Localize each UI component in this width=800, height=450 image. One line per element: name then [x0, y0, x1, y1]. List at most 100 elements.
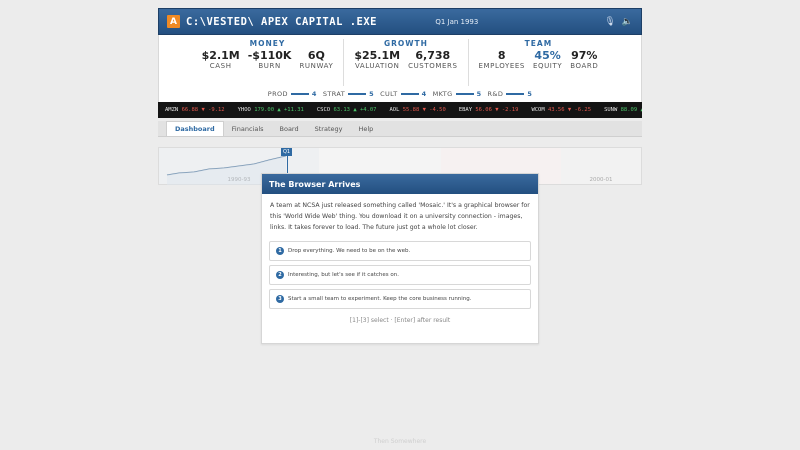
- tab-bar: Dashboard Financials Board Strategy Help: [158, 121, 642, 137]
- keyboard-hint: [1]-[3] select · [Enter] after result: [349, 317, 451, 324]
- ticker-item: AMZN 66.88 ▼ -9.12: [165, 107, 225, 113]
- choice-option-1[interactable]: 1 Drop everything. We need to be on the w…: [269, 241, 531, 261]
- ticker-symbol: CSCO: [316, 107, 331, 113]
- title-bar: A C:\VESTED\ APEX CAPITAL .EXE Q1 Jan 19…: [158, 8, 642, 35]
- ticker-symbol: SUNW: [604, 107, 618, 113]
- ticker-item: SUNW 88.09 ▲: [604, 107, 642, 113]
- metric-label: EMPLOYEES: [478, 62, 525, 70]
- skill-level: 5: [476, 90, 482, 98]
- tab-dashboard[interactable]: Dashboard: [166, 121, 224, 136]
- stats-panel: MONEY $2.1M CASH -$110K BURN 6Q RUNWAY GROW…: [158, 35, 642, 86]
- skill-bar: [290, 93, 309, 95]
- ticker-arrow: ▼: [567, 107, 572, 113]
- app-logo-icon: A: [167, 15, 180, 28]
- stock-ticker: AMZN 66.88 ▼ -9.12 YHOO 179.00 ▲ +11.31 CS…: [158, 102, 642, 118]
- skill-level: 4: [421, 90, 427, 98]
- ticker-price: 88.09: [620, 107, 638, 113]
- metric-label: EQUITY: [532, 62, 563, 70]
- metric-value: 45%: [534, 49, 561, 62]
- metric-burn: -$110K BURN: [248, 49, 292, 70]
- metric-value: 6,738: [415, 49, 451, 62]
- choice-list: 1 Drop everything. We need to be on the w…: [262, 233, 538, 309]
- choice-text: Start a small team to experiment. Keep t…: [288, 296, 472, 302]
- metric-label: CASH: [209, 62, 232, 70]
- ticker-item: EBAY 56.06 ▼ -2.19: [459, 107, 519, 113]
- era-segment: 2000-01: [561, 148, 641, 184]
- ticker-price: 179.00: [254, 107, 275, 113]
- skill-mktg: MKTG 5: [433, 90, 482, 98]
- speaker-icon[interactable]: 🔈: [622, 17, 633, 27]
- skill-level: 5: [369, 90, 375, 98]
- ticker-symbol: AMZN: [165, 107, 179, 113]
- choice-number: 1: [276, 247, 284, 255]
- ticker-symbol: WCOM: [531, 107, 545, 113]
- ticker-symbol: YHOO: [237, 107, 251, 113]
- ticker-change: -9.12: [208, 107, 225, 113]
- group-title: GROWTH: [383, 39, 428, 48]
- ticker-item: CSCO 63.13 ▲ +4.07: [317, 107, 377, 113]
- team-group: TEAM 8 EMPLOYEES 45% EQUITY 97% BOARD: [467, 39, 609, 86]
- metric-employees: 8 EMPLOYEES: [479, 49, 525, 70]
- ticker-price: 63.13: [333, 107, 350, 113]
- skill-name: PROD: [267, 90, 288, 98]
- ticker-price: 56.06: [475, 107, 492, 113]
- skill-name: STRAT: [322, 90, 346, 98]
- ticker-arrow: ▲: [353, 107, 357, 113]
- metric-equity: 45% EQUITY: [533, 49, 562, 70]
- ticker-change: -6.25: [574, 107, 592, 113]
- app-title: C:\VESTED\ APEX CAPITAL .EXE: [186, 15, 378, 28]
- metric-value: -$110K: [247, 49, 292, 62]
- metric-value: 97%: [571, 49, 598, 62]
- event-description: A team at NCSA just released something c…: [270, 202, 530, 231]
- choice-text: Interesting, but let's see if it catches…: [288, 272, 399, 278]
- skill-prod: PROD 4: [268, 90, 317, 98]
- skill-rnd: R&D 5: [488, 90, 533, 98]
- group-title: MONEY: [249, 39, 286, 48]
- event-card: The Browser Arrives A team at NCSA just …: [261, 173, 539, 344]
- skill-level: 5: [527, 90, 533, 98]
- app-window: A C:\VESTED\ APEX CAPITAL .EXE Q1 Jan 19…: [158, 8, 642, 185]
- choice-text: Drop everything. We need to be on the we…: [288, 248, 411, 254]
- tab-board[interactable]: Board: [272, 122, 307, 136]
- timeline-cursor-label: Q1: [281, 148, 293, 156]
- ticker-change: +11.31: [284, 107, 304, 113]
- metric-label: BURN: [258, 62, 281, 70]
- ticker-change: +4.07: [359, 107, 377, 113]
- current-quarter: Q1 Jan 1993: [435, 17, 479, 26]
- skill-bar: [348, 93, 367, 95]
- metric-valuation: $25.1M VALUATION: [354, 49, 400, 70]
- microphone-icon[interactable]: 🎙: [604, 17, 615, 27]
- ticker-arrow: ▼: [422, 107, 426, 113]
- era-label: 2000-01: [589, 177, 613, 183]
- event-title: The Browser Arrives: [262, 174, 538, 194]
- metric-value: $2.1M: [201, 49, 240, 62]
- ticker-arrow: ▼: [495, 107, 499, 113]
- metric-customers: 6,738 CUSTOMERS: [408, 49, 457, 70]
- metric-label: VALUATION: [354, 62, 400, 70]
- ticker-item: WCOM 43.56 ▼ -6.25: [531, 107, 591, 113]
- choice-option-3[interactable]: 3 Start a small team to experiment. Keep …: [269, 289, 531, 309]
- skill-strat: STRAT 5: [323, 90, 374, 98]
- skill-name: R&D: [487, 90, 504, 98]
- metric-value: $25.1M: [354, 49, 401, 62]
- skills-strip: PROD 4 STRAT 5 CULT 4 MKTG 5 R&D 5: [158, 86, 642, 102]
- skill-cult: CULT 4: [380, 90, 427, 98]
- group-title: TEAM: [524, 39, 553, 48]
- choice-number: 2: [276, 271, 284, 279]
- tab-help[interactable]: Help: [350, 122, 381, 136]
- metric-label: RUNWAY: [299, 62, 334, 70]
- metric-label: CUSTOMERS: [408, 62, 458, 70]
- choice-option-2[interactable]: 2 Interesting, but let's see if it catche…: [269, 265, 531, 285]
- metric-value: 8: [497, 49, 506, 62]
- ticker-arrow: ▲: [277, 107, 281, 113]
- skill-bar: [400, 93, 419, 95]
- tab-strategy[interactable]: Strategy: [307, 122, 351, 136]
- ticker-change: -4.50: [429, 107, 446, 113]
- choice-number: 3: [276, 295, 284, 303]
- ticker-item: AOL 55.88 ▼ -4.50: [390, 107, 446, 113]
- metric-label: BOARD: [570, 62, 599, 70]
- ticker-change: -2.19: [501, 107, 519, 113]
- ticker-arrow: ▲: [641, 107, 643, 113]
- tab-financials[interactable]: Financials: [224, 122, 272, 136]
- money-group: MONEY $2.1M CASH -$110K BURN 6Q RUNWAY: [192, 39, 344, 86]
